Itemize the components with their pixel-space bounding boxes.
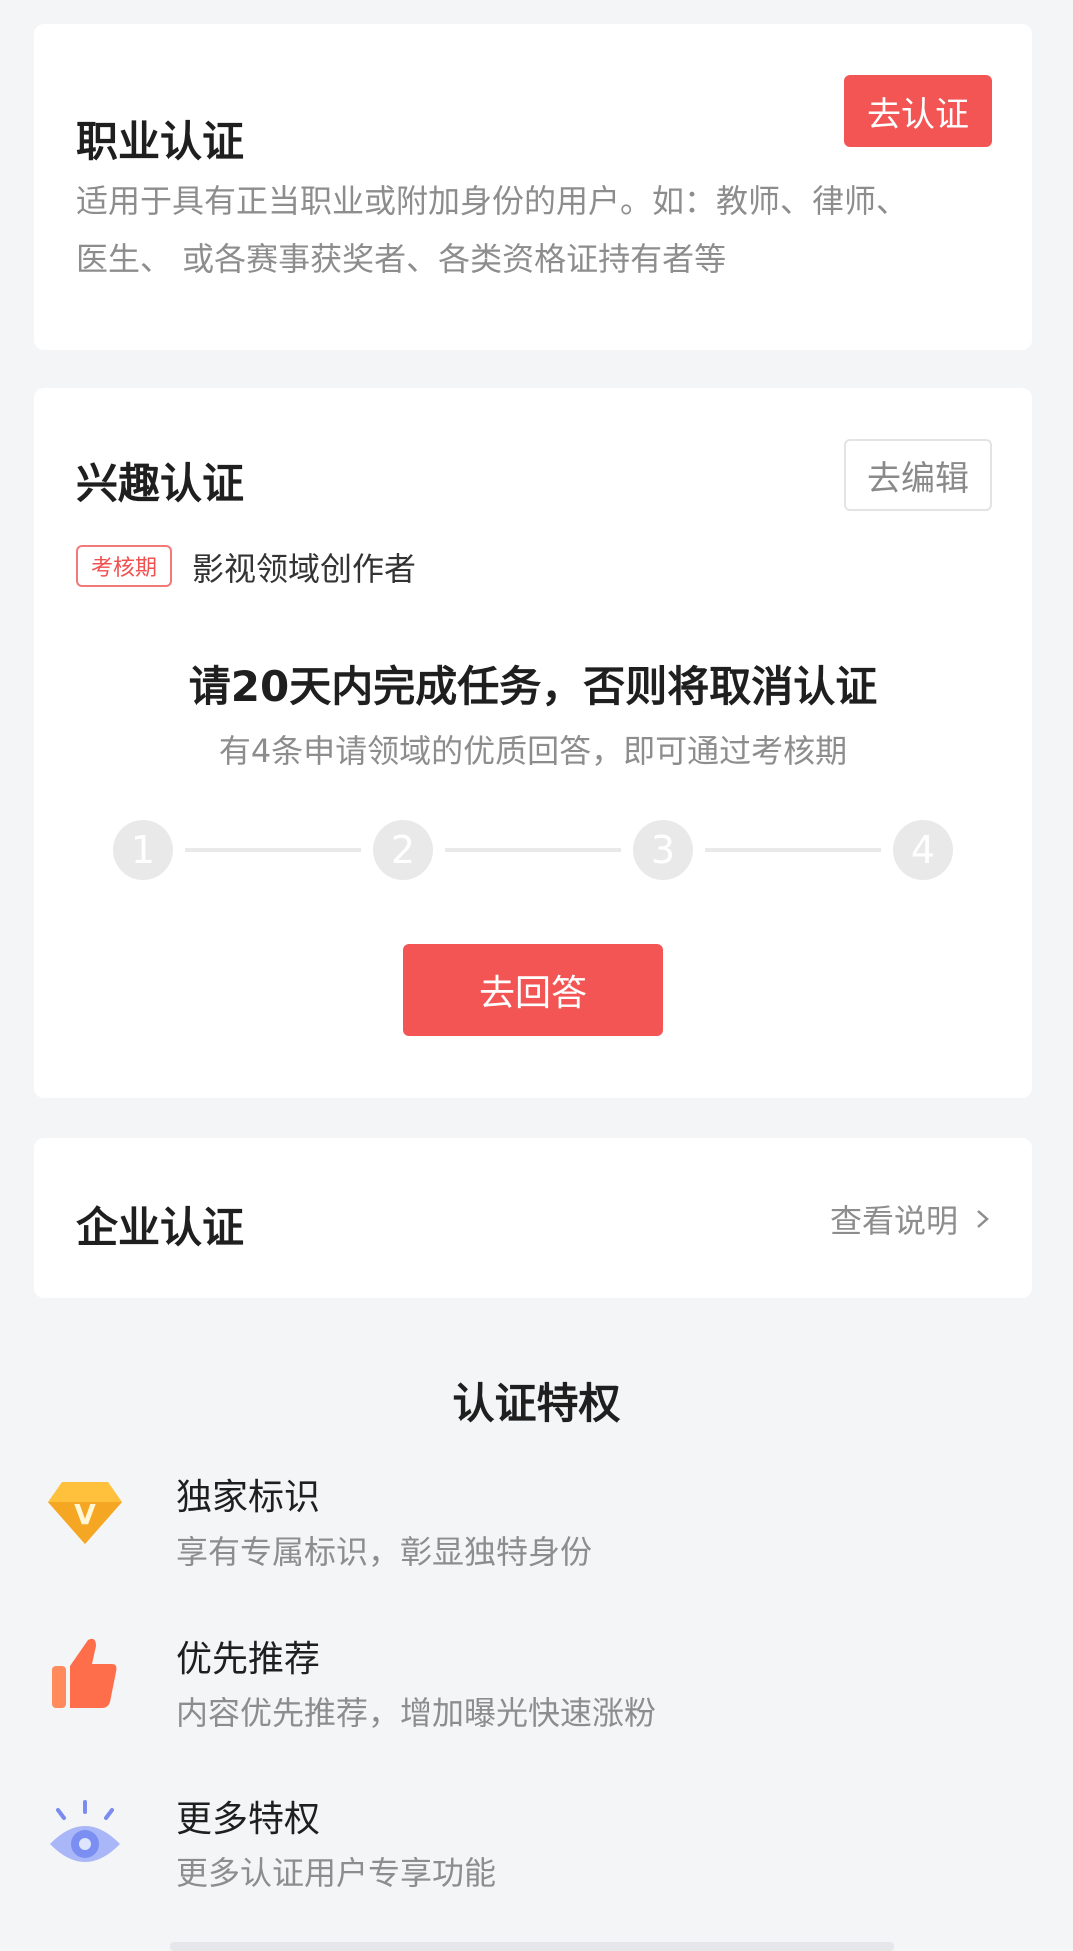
privilege-sub-3: 更多认证用户专享功能: [176, 1854, 497, 1892]
chevron-right-icon: [977, 1210, 989, 1228]
svg-text:V: V: [74, 1498, 96, 1531]
step-connector: [185, 848, 361, 852]
view-explanation-link[interactable]: 查看说明: [830, 1196, 994, 1242]
enterprise-cert-card[interactable]: 企业认证 查看说明: [34, 1138, 1032, 1298]
step-1: 1: [113, 820, 173, 880]
bottom-divider: [170, 1942, 894, 1951]
privilege-sub-2: 内容优先推荐，增加曝光快速涨粉: [176, 1694, 657, 1732]
privilege-title-3: 更多特权: [176, 1799, 321, 1840]
interest-cert-title: 兴趣认证: [76, 459, 245, 508]
professional-cert-description: 适用于具有正当职业或附加身份的用户。如：教师、律师、 医生、 或各赛事获奖者、各…: [76, 172, 976, 288]
step-3: 3: [633, 820, 693, 880]
step-connector: [445, 848, 621, 852]
interest-domain-label: 影视领域创作者: [192, 550, 417, 588]
professional-cert-card: 职业认证 去认证 适用于具有正当职业或附加身份的用户。如：教师、律师、 医生、 …: [34, 24, 1032, 350]
professional-desc-line2: 医生、 或各赛事获奖者、各类资格证持有者等: [76, 240, 727, 278]
interest-cert-card: 兴趣认证 去编辑 考核期 影视领域创作者 请20天内完成任务，否则将取消认证 有…: [34, 388, 1032, 1098]
step-2: 2: [373, 820, 433, 880]
privilege-title-1: 独家标识: [176, 1477, 321, 1518]
view-explanation-label: 查看说明: [829, 1202, 958, 1240]
thumbs-up-icon: [52, 1638, 117, 1708]
eye-icon: [50, 1800, 120, 1862]
privilege-sub-1: 享有专属标识，彰显独特身份: [176, 1533, 593, 1571]
professional-desc-line1: 适用于具有正当职业或附加身份的用户。如：教师、律师、: [76, 182, 909, 220]
step-connector: [705, 848, 881, 852]
step-4: 4: [893, 820, 953, 880]
review-period-badge: 考核期: [76, 545, 172, 587]
task-heading: 请20天内完成任务，否则将取消认证: [188, 662, 878, 711]
professional-cert-title: 职业认证: [76, 117, 245, 166]
enterprise-cert-title: 企业认证: [76, 1203, 245, 1252]
diamond-v-icon: V: [48, 1482, 122, 1544]
task-subheading: 有4条申请领域的优质回答，即可通过考核期: [218, 732, 848, 770]
privileges-heading: 认证特权: [452, 1379, 621, 1428]
go-answer-button[interactable]: 去回答: [403, 944, 663, 1036]
go-certify-button[interactable]: 去认证: [844, 75, 992, 147]
privilege-title-2: 优先推荐: [176, 1639, 321, 1680]
go-edit-button[interactable]: 去编辑: [844, 439, 992, 511]
